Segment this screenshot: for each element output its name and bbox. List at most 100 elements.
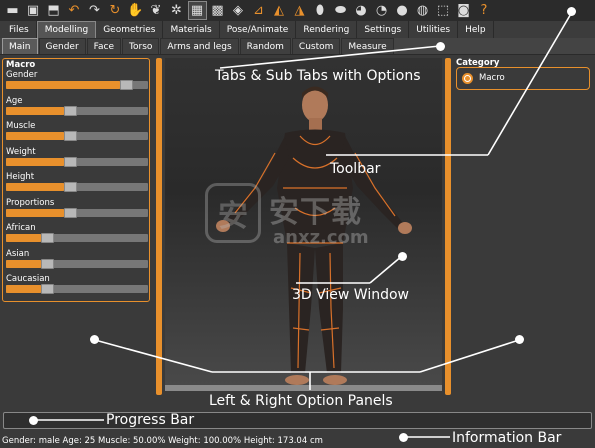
tab-help[interactable]: Help	[458, 21, 494, 38]
front-view-icon[interactable]: ⬮	[311, 1, 330, 20]
slider-track[interactable]	[6, 182, 148, 192]
slider-fill	[6, 157, 64, 166]
right-view-icon[interactable]: ◔	[372, 1, 391, 20]
slider-fill	[6, 285, 41, 293]
tab-materials[interactable]: Materials	[163, 21, 220, 38]
information-bar: Gender: male Age: 25 Muscle: 50.00% Weig…	[2, 436, 323, 446]
symmetry-icon[interactable]: ◮	[290, 1, 309, 20]
slider-fill	[6, 183, 64, 191]
slider-fill	[6, 106, 64, 115]
tab-geometries[interactable]: Geometries	[96, 21, 164, 38]
slider-track[interactable]	[6, 207, 148, 218]
macro-radio-button[interactable]	[462, 73, 473, 84]
right-scrollbar[interactable]	[445, 58, 451, 395]
slider-track[interactable]	[6, 284, 148, 294]
slider-handle[interactable]	[64, 105, 77, 116]
slider-row-weight: Weight	[6, 146, 148, 167]
subtab-measure[interactable]: Measure	[341, 38, 394, 54]
slider-label: Caucasian	[6, 274, 50, 284]
screenshot-icon[interactable]: ◙	[454, 1, 473, 20]
help-icon[interactable]: ?	[475, 1, 494, 20]
wireframe-icon[interactable]: ✲	[167, 1, 186, 20]
export-icon[interactable]: ⬒	[44, 1, 63, 20]
slider-label: Asian	[6, 248, 30, 259]
slider-row-caucasian: Caucasian	[6, 274, 148, 294]
subtab-torso[interactable]: Torso	[122, 38, 160, 54]
slider-row-proportions: Proportions	[6, 197, 148, 218]
toolbar: ▬ ▣ ⬒ ↶ ↷ ↻ ✋ ❦ ✲ ▦ ▩ ◈ ⊿ ◭ ◮ ⬮ ⬬ ◕ ◔ ● …	[0, 0, 595, 21]
slider-track[interactable]	[6, 258, 148, 269]
slider-handle[interactable]	[64, 207, 77, 218]
subtab-face[interactable]: Face	[86, 38, 122, 54]
slider-row-asian: Asian	[6, 248, 148, 269]
tab-rendering[interactable]: Rendering	[296, 21, 358, 38]
tab-modelling[interactable]: Modelling	[36, 21, 97, 38]
redo-icon[interactable]: ↷	[85, 1, 104, 20]
slider-track[interactable]	[6, 80, 148, 90]
folder-icon[interactable]: ▬	[3, 1, 22, 20]
undo-icon[interactable]: ↶	[65, 1, 84, 20]
symmetry-left-icon[interactable]: ◭	[270, 1, 289, 20]
slider-handle[interactable]	[41, 233, 54, 243]
slider-track[interactable]	[6, 105, 148, 116]
slider-label: Proportions	[6, 197, 55, 208]
slider-handle[interactable]	[64, 182, 77, 192]
slider-handle[interactable]	[64, 131, 77, 141]
annotation-dot-left-panel	[90, 335, 99, 344]
subdivide-icon[interactable]: ◈	[229, 1, 248, 20]
top-view-icon[interactable]: ●	[393, 1, 412, 20]
macro-group-title: Macro	[6, 60, 36, 70]
subtab-random[interactable]: Random	[239, 38, 291, 54]
slider-handle[interactable]	[41, 284, 54, 294]
slider-handle[interactable]	[41, 258, 54, 269]
annotation-option-panels: Left & Right Option Panels	[209, 393, 393, 409]
subtab-arms-and-legs[interactable]: Arms and legs	[160, 38, 239, 54]
slider-label: Weight	[6, 146, 36, 157]
annotation-dot-tabs	[436, 42, 445, 51]
watermark: 安 安下载 anxz.com	[205, 183, 405, 263]
background-icon[interactable]: ▩	[208, 1, 227, 20]
slider-track[interactable]	[6, 131, 148, 141]
tab-files[interactable]: Files	[2, 21, 37, 38]
pose-icon[interactable]: ✋	[126, 1, 145, 20]
smooth-icon[interactable]: ❦	[147, 1, 166, 20]
slider-label: African	[6, 223, 36, 233]
slider-handle[interactable]	[64, 156, 77, 167]
slider-row-muscle: Muscle	[6, 121, 148, 141]
annotation-dot-view	[398, 252, 407, 261]
tab-pose-animate[interactable]: Pose/Animate	[220, 21, 297, 38]
back-view-icon[interactable]: ⬬	[331, 1, 350, 20]
slider-label: Muscle	[6, 121, 36, 131]
watermark-logo: 安	[205, 183, 261, 243]
watermark-subtext: anxz.com	[273, 227, 369, 248]
watermark-text: 安下载	[269, 195, 362, 230]
annotation-3d-view: 3D View Window	[292, 287, 410, 303]
subtab-custom[interactable]: Custom	[291, 38, 341, 54]
bottom-view-icon[interactable]: ◍	[413, 1, 432, 20]
sub-tabs: Main Gender Face Torso Arms and legs Ran…	[0, 38, 595, 55]
tab-settings[interactable]: Settings	[357, 21, 410, 38]
annotation-toolbar: Toolbar	[330, 161, 381, 177]
slider-fill	[6, 208, 64, 217]
save-icon[interactable]: ▣	[24, 1, 43, 20]
annotation-dot-info	[399, 433, 408, 442]
subtab-main[interactable]: Main	[2, 38, 38, 54]
slider-row-age: Age	[6, 96, 148, 116]
left-view-icon[interactable]: ◕	[352, 1, 371, 20]
slider-track[interactable]	[6, 156, 148, 167]
slider-label: Height	[6, 172, 35, 182]
reset-icon[interactable]: ↻	[106, 1, 125, 20]
slider-handle[interactable]	[120, 80, 133, 90]
macro-option-label: Macro	[479, 73, 505, 83]
tab-utilities[interactable]: Utilities	[409, 21, 459, 38]
reset-camera-icon[interactable]: ⬚	[434, 1, 453, 20]
subtab-gender[interactable]: Gender	[38, 38, 86, 54]
left-scrollbar[interactable]	[156, 58, 162, 395]
grid-icon[interactable]: ▦	[187, 1, 207, 20]
slider-row-african: African	[6, 223, 148, 243]
symmetry-right-icon[interactable]: ⊿	[249, 1, 268, 20]
slider-track[interactable]	[6, 233, 148, 243]
main-tabs: Files Modelling Geometries Materials Pos…	[0, 21, 595, 38]
floor-plane	[165, 385, 442, 391]
slider-row-height: Height	[6, 172, 148, 192]
